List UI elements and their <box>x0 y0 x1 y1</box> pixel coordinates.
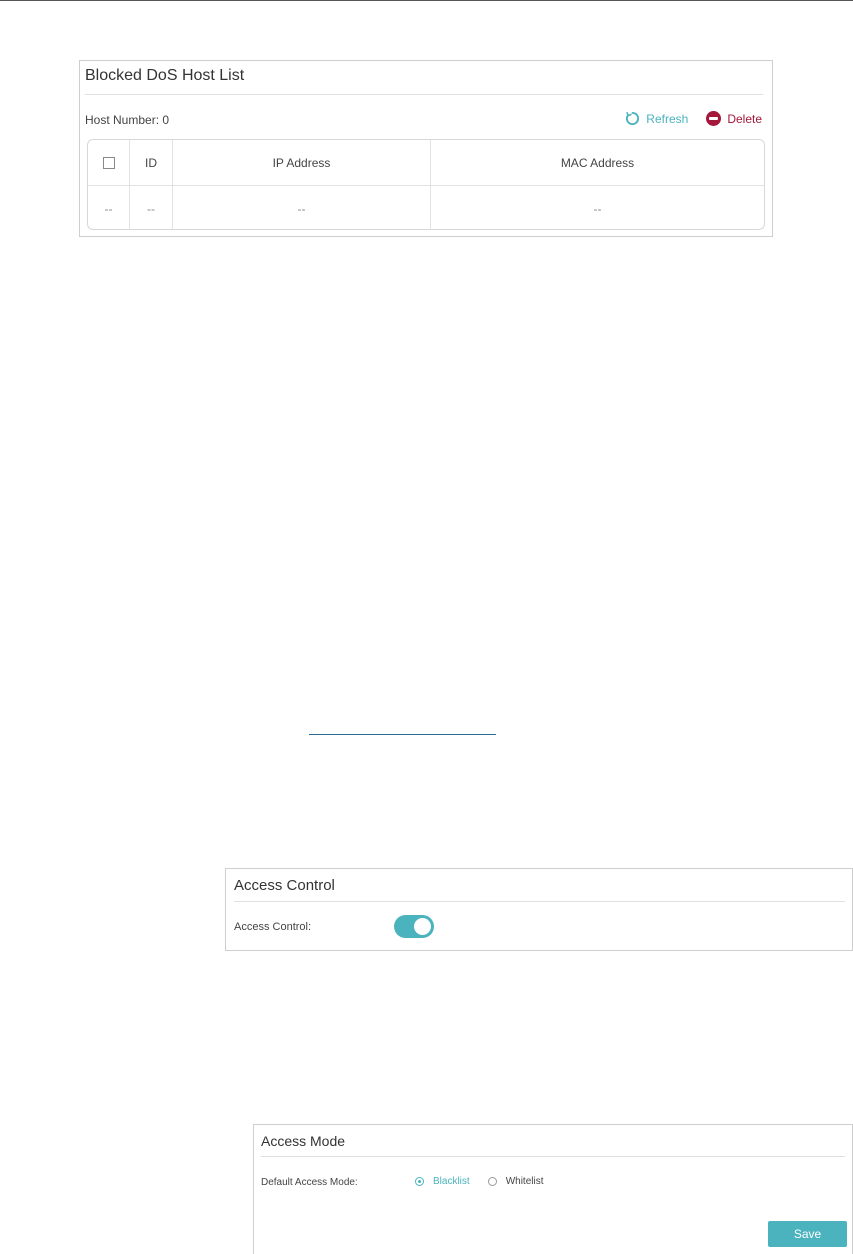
link-underline[interactable] <box>309 734 496 735</box>
column-header-id: ID <box>130 140 173 185</box>
page-top-rule <box>0 0 853 1</box>
blocked-dos-host-list-panel: Blocked DoS Host List Host Number: 0 Ref… <box>79 60 773 237</box>
access-mode-panel: Access Mode Default Access Mode: Blackli… <box>253 1124 853 1254</box>
panel-title: Access Mode <box>261 1133 346 1149</box>
radio-option-whitelist[interactable]: Whitelist <box>487 1176 544 1187</box>
column-header-ip-address: IP Address <box>173 140 431 185</box>
column-header-mac-address: MAC Address <box>560 155 635 170</box>
panel-title: Blocked DoS Host List <box>85 67 245 84</box>
row-select-cell: -- <box>88 186 130 229</box>
table-row: -- -- -- -- <box>88 185 764 229</box>
access-control-panel: Access Control Access Control: <box>225 868 853 951</box>
access-control-toggle[interactable] <box>394 915 434 938</box>
select-all-checkbox[interactable] <box>102 156 115 169</box>
radio-option-blacklist[interactable]: Blacklist <box>415 1176 470 1187</box>
delete-button[interactable]: Delete <box>706 111 762 126</box>
row-ip-cell: -- <box>173 186 431 229</box>
title-divider <box>234 901 845 902</box>
title-divider <box>261 1156 845 1157</box>
panel-title: Access Control <box>234 877 335 894</box>
refresh-icon <box>626 111 640 126</box>
delete-label: Delete <box>727 111 762 126</box>
toggle-knob <box>414 918 431 935</box>
select-all-cell <box>88 140 130 185</box>
radio-label-whitelist: Whitelist <box>505 1176 544 1187</box>
host-table: ID IP Address MAC Address -- -- -- -- <box>87 139 765 230</box>
delete-icon <box>706 111 722 126</box>
save-button[interactable]: Save <box>768 1221 847 1247</box>
radio-blacklist[interactable] <box>415 1177 424 1186</box>
refresh-button[interactable]: Refresh <box>625 111 688 126</box>
access-control-label: Access Control: <box>234 921 312 933</box>
row-id-cell: -- <box>130 186 173 229</box>
radio-label-blacklist: Blacklist <box>433 1176 470 1187</box>
host-number-label: Host Number: 0 <box>85 113 170 127</box>
refresh-label: Refresh <box>646 111 689 126</box>
default-access-mode-label: Default Access Mode: <box>261 1177 358 1188</box>
access-mode-radio-group: Blacklist Whitelist <box>415 1176 561 1187</box>
row-mac-cell: -- <box>593 201 602 216</box>
table-header-row: ID IP Address MAC Address <box>88 140 764 185</box>
table-actions: Refresh Delete <box>625 111 762 126</box>
title-divider <box>85 94 763 95</box>
radio-whitelist[interactable] <box>487 1177 497 1186</box>
